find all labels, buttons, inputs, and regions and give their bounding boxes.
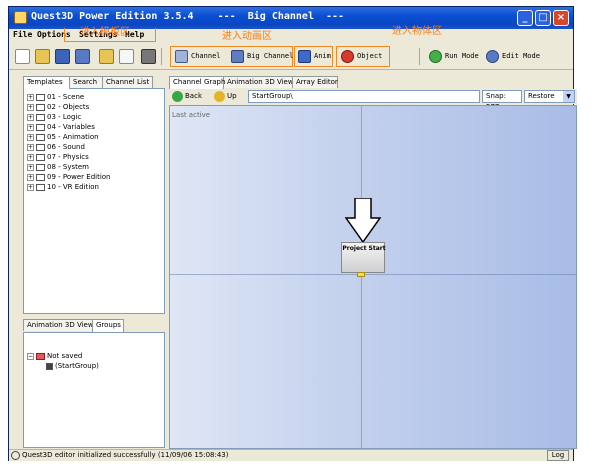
tab-animation-3d-view-right[interactable]: Animation 3D View bbox=[223, 76, 294, 88]
save-icon[interactable] bbox=[55, 49, 70, 64]
tree-item[interactable]: +02 - Objects bbox=[27, 102, 89, 112]
status-message: Quest3D editor initialized successfully … bbox=[22, 451, 229, 459]
tree-item[interactable]: +08 - System bbox=[27, 162, 89, 172]
search-icon[interactable] bbox=[119, 49, 134, 64]
folder-icon bbox=[36, 183, 45, 191]
folder-icon bbox=[36, 133, 45, 141]
last-active-label: Last active bbox=[172, 111, 211, 119]
edit-mode-icon bbox=[486, 50, 499, 63]
log-button[interactable]: Log bbox=[547, 450, 569, 461]
folder-icon bbox=[36, 123, 45, 131]
status-bar: Quest3D editor initialized successfully … bbox=[9, 449, 573, 461]
project-start-node[interactable]: Project Start bbox=[341, 242, 386, 273]
navigation-bar: Back Up StartGroup\ Snap: 577 Restore ▼ bbox=[169, 89, 577, 111]
restore-select[interactable]: Restore ▼ bbox=[524, 90, 575, 103]
app-window: Quest3D Power Edition 3.5.4 --- Big Chan… bbox=[8, 6, 577, 461]
node-output-port[interactable] bbox=[357, 272, 365, 277]
path-field[interactable]: StartGroup\ bbox=[248, 90, 480, 103]
templates-tree: +01 - Scene +02 - Objects +03 - Logic +0… bbox=[23, 88, 165, 314]
tab-array-editor[interactable]: Array Editor bbox=[292, 76, 338, 88]
tree-item[interactable]: +09 - Power Edition bbox=[27, 172, 111, 182]
open-project-icon[interactable] bbox=[99, 49, 114, 64]
close-button[interactable]: × bbox=[553, 10, 569, 26]
channel-graph-canvas[interactable]: Last active Project Start bbox=[169, 105, 577, 449]
graph-center-vertical bbox=[361, 106, 362, 448]
graph-center-horizontal bbox=[170, 274, 576, 275]
node-label: Project Start bbox=[342, 245, 386, 252]
folder-icon bbox=[36, 143, 45, 151]
tree-item[interactable]: +05 - Animation bbox=[27, 132, 99, 142]
settings-icon[interactable] bbox=[141, 49, 156, 64]
info-icon bbox=[11, 451, 20, 460]
up-button[interactable]: Up bbox=[213, 90, 237, 103]
object-button[interactable]: Object bbox=[339, 47, 382, 66]
maximize-button[interactable]: □ bbox=[535, 10, 551, 26]
tab-channel-graph[interactable]: Channel Graph bbox=[169, 76, 225, 89]
back-button[interactable]: Back bbox=[171, 90, 202, 103]
minimize-button[interactable]: _ bbox=[517, 10, 533, 26]
annotation-right: 进入物体区 bbox=[392, 26, 442, 37]
annotation-mid: 进入动画区 bbox=[222, 31, 272, 42]
tree-item[interactable]: +10 - VR Edition bbox=[27, 182, 99, 192]
tree-item[interactable]: +01 - Scene bbox=[27, 92, 84, 102]
new-file-icon[interactable] bbox=[15, 49, 30, 64]
back-arrow-icon bbox=[172, 91, 183, 102]
toolbar-separator bbox=[161, 48, 162, 65]
tree-item[interactable]: +03 - Logic bbox=[27, 112, 81, 122]
folder-icon bbox=[36, 173, 45, 181]
tab-groups[interactable]: Groups bbox=[92, 319, 124, 332]
tab-search[interactable]: Search bbox=[69, 76, 103, 88]
anim-icon bbox=[298, 50, 311, 63]
toolbar: Channel Big Channel Anim Object Run Mode… bbox=[9, 43, 573, 70]
up-arrow-icon bbox=[214, 91, 225, 102]
app-icon bbox=[14, 11, 27, 24]
run-mode-button[interactable]: Run Mode bbox=[427, 47, 479, 66]
tab-channel-list[interactable]: Channel List bbox=[102, 76, 153, 88]
save-all-icon[interactable] bbox=[75, 49, 90, 64]
group-icon bbox=[46, 362, 53, 370]
folder-icon bbox=[36, 113, 45, 121]
snap-field[interactable]: Snap: 577 bbox=[482, 90, 522, 111]
tab-templates[interactable]: Templates bbox=[23, 76, 70, 89]
folder-icon bbox=[36, 153, 45, 161]
menu-file[interactable]: File bbox=[13, 30, 32, 39]
channel-icon bbox=[175, 50, 188, 63]
big-channel-icon bbox=[231, 50, 244, 63]
folder-icon bbox=[36, 163, 45, 171]
chevron-down-icon[interactable]: ▼ bbox=[563, 91, 574, 102]
folder-icon bbox=[36, 352, 45, 360]
groups-tree: − Not saved (StartGroup) bbox=[23, 332, 165, 448]
folder-icon bbox=[36, 93, 45, 101]
tree-item[interactable]: +04 - Variables bbox=[27, 122, 95, 132]
open-folder-icon[interactable] bbox=[35, 49, 50, 64]
annotation-left: 进入模板区 bbox=[80, 27, 130, 38]
channel-button[interactable]: Channel bbox=[173, 47, 221, 66]
toolbar-separator-2 bbox=[419, 48, 420, 65]
tree-item[interactable]: +07 - Physics bbox=[27, 152, 89, 162]
tree-item[interactable]: +06 - Sound bbox=[27, 142, 85, 152]
tab-animation-3d-view[interactable]: Animation 3D View bbox=[23, 319, 94, 331]
group-root[interactable]: − Not saved bbox=[27, 351, 82, 361]
folder-icon bbox=[36, 103, 45, 111]
window-title: Quest3D Power Edition 3.5.4 --- Big Chan… bbox=[31, 11, 345, 22]
run-mode-icon bbox=[429, 50, 442, 63]
big-channel-button[interactable]: Big Channel bbox=[229, 47, 293, 66]
object-icon bbox=[341, 50, 354, 63]
start-arrow-icon bbox=[345, 198, 381, 244]
anim-button[interactable]: Anim bbox=[296, 47, 331, 66]
group-child[interactable]: (StartGroup) bbox=[46, 361, 99, 371]
edit-mode-button[interactable]: Edit Mode bbox=[484, 47, 540, 66]
